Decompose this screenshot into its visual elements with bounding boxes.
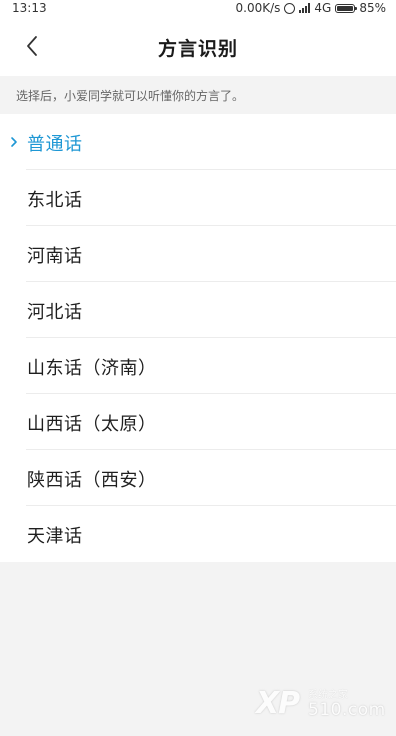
network-type: 4G bbox=[314, 1, 332, 15]
network-speed: 0.00K/s bbox=[235, 1, 281, 15]
battery-icon bbox=[335, 3, 358, 13]
watermark-logo: XP bbox=[256, 686, 300, 721]
header: 方言识别 bbox=[0, 16, 396, 76]
selected-chevron-icon bbox=[11, 137, 17, 147]
watermark-site: 系统之家 bbox=[308, 690, 348, 701]
dialect-item[interactable]: 山西话（太原） bbox=[0, 394, 396, 450]
alarm-icon bbox=[284, 2, 296, 14]
hint-bar: 选择后，小爱同学就可以听懂你的方言了。 bbox=[0, 76, 396, 114]
dialect-list: 普通话东北话河南话河北话山东话（济南） 山西话（太原） 陕西话（西安） 天津话 bbox=[0, 114, 396, 562]
dialect-label: 天津话 bbox=[27, 526, 83, 547]
page-title: 方言识别 bbox=[157, 38, 238, 60]
status-bar: 13:13 0.00K/s 4G 85% bbox=[0, 0, 396, 16]
dialect-item[interactable]: 天津话 bbox=[0, 506, 396, 562]
dialect-label: 山西话（太原） bbox=[27, 414, 157, 435]
status-time: 13:13 bbox=[12, 1, 47, 15]
dialect-item[interactable]: 普通话 bbox=[0, 114, 396, 170]
dialect-label: 河北话 bbox=[27, 302, 83, 323]
dialect-item[interactable]: 河南话 bbox=[0, 226, 396, 282]
dialect-item[interactable]: 河北话 bbox=[0, 282, 396, 338]
signal-icon bbox=[299, 3, 311, 13]
battery-level: 85% bbox=[359, 1, 386, 15]
dialect-item[interactable]: 陕西话（西安） bbox=[0, 450, 396, 506]
dialect-item[interactable]: 东北话 bbox=[0, 170, 396, 226]
hint-text: 选择后，小爱同学就可以听懂你的方言了。 bbox=[16, 89, 245, 103]
watermark-domain: 510.com bbox=[308, 700, 386, 720]
watermark: XP 系统之家 510.com bbox=[256, 684, 385, 722]
dialect-label: 东北话 bbox=[27, 190, 83, 211]
status-indicators: 0.00K/s 4G 85% bbox=[236, 0, 387, 16]
dialect-label: 河南话 bbox=[27, 246, 83, 267]
dialect-label: 陕西话（西安） bbox=[27, 470, 157, 491]
dialect-label: 山东话（济南） bbox=[27, 358, 157, 379]
dialect-label: 普通话 bbox=[27, 134, 83, 155]
dialect-item[interactable]: 山东话（济南） bbox=[0, 338, 396, 394]
